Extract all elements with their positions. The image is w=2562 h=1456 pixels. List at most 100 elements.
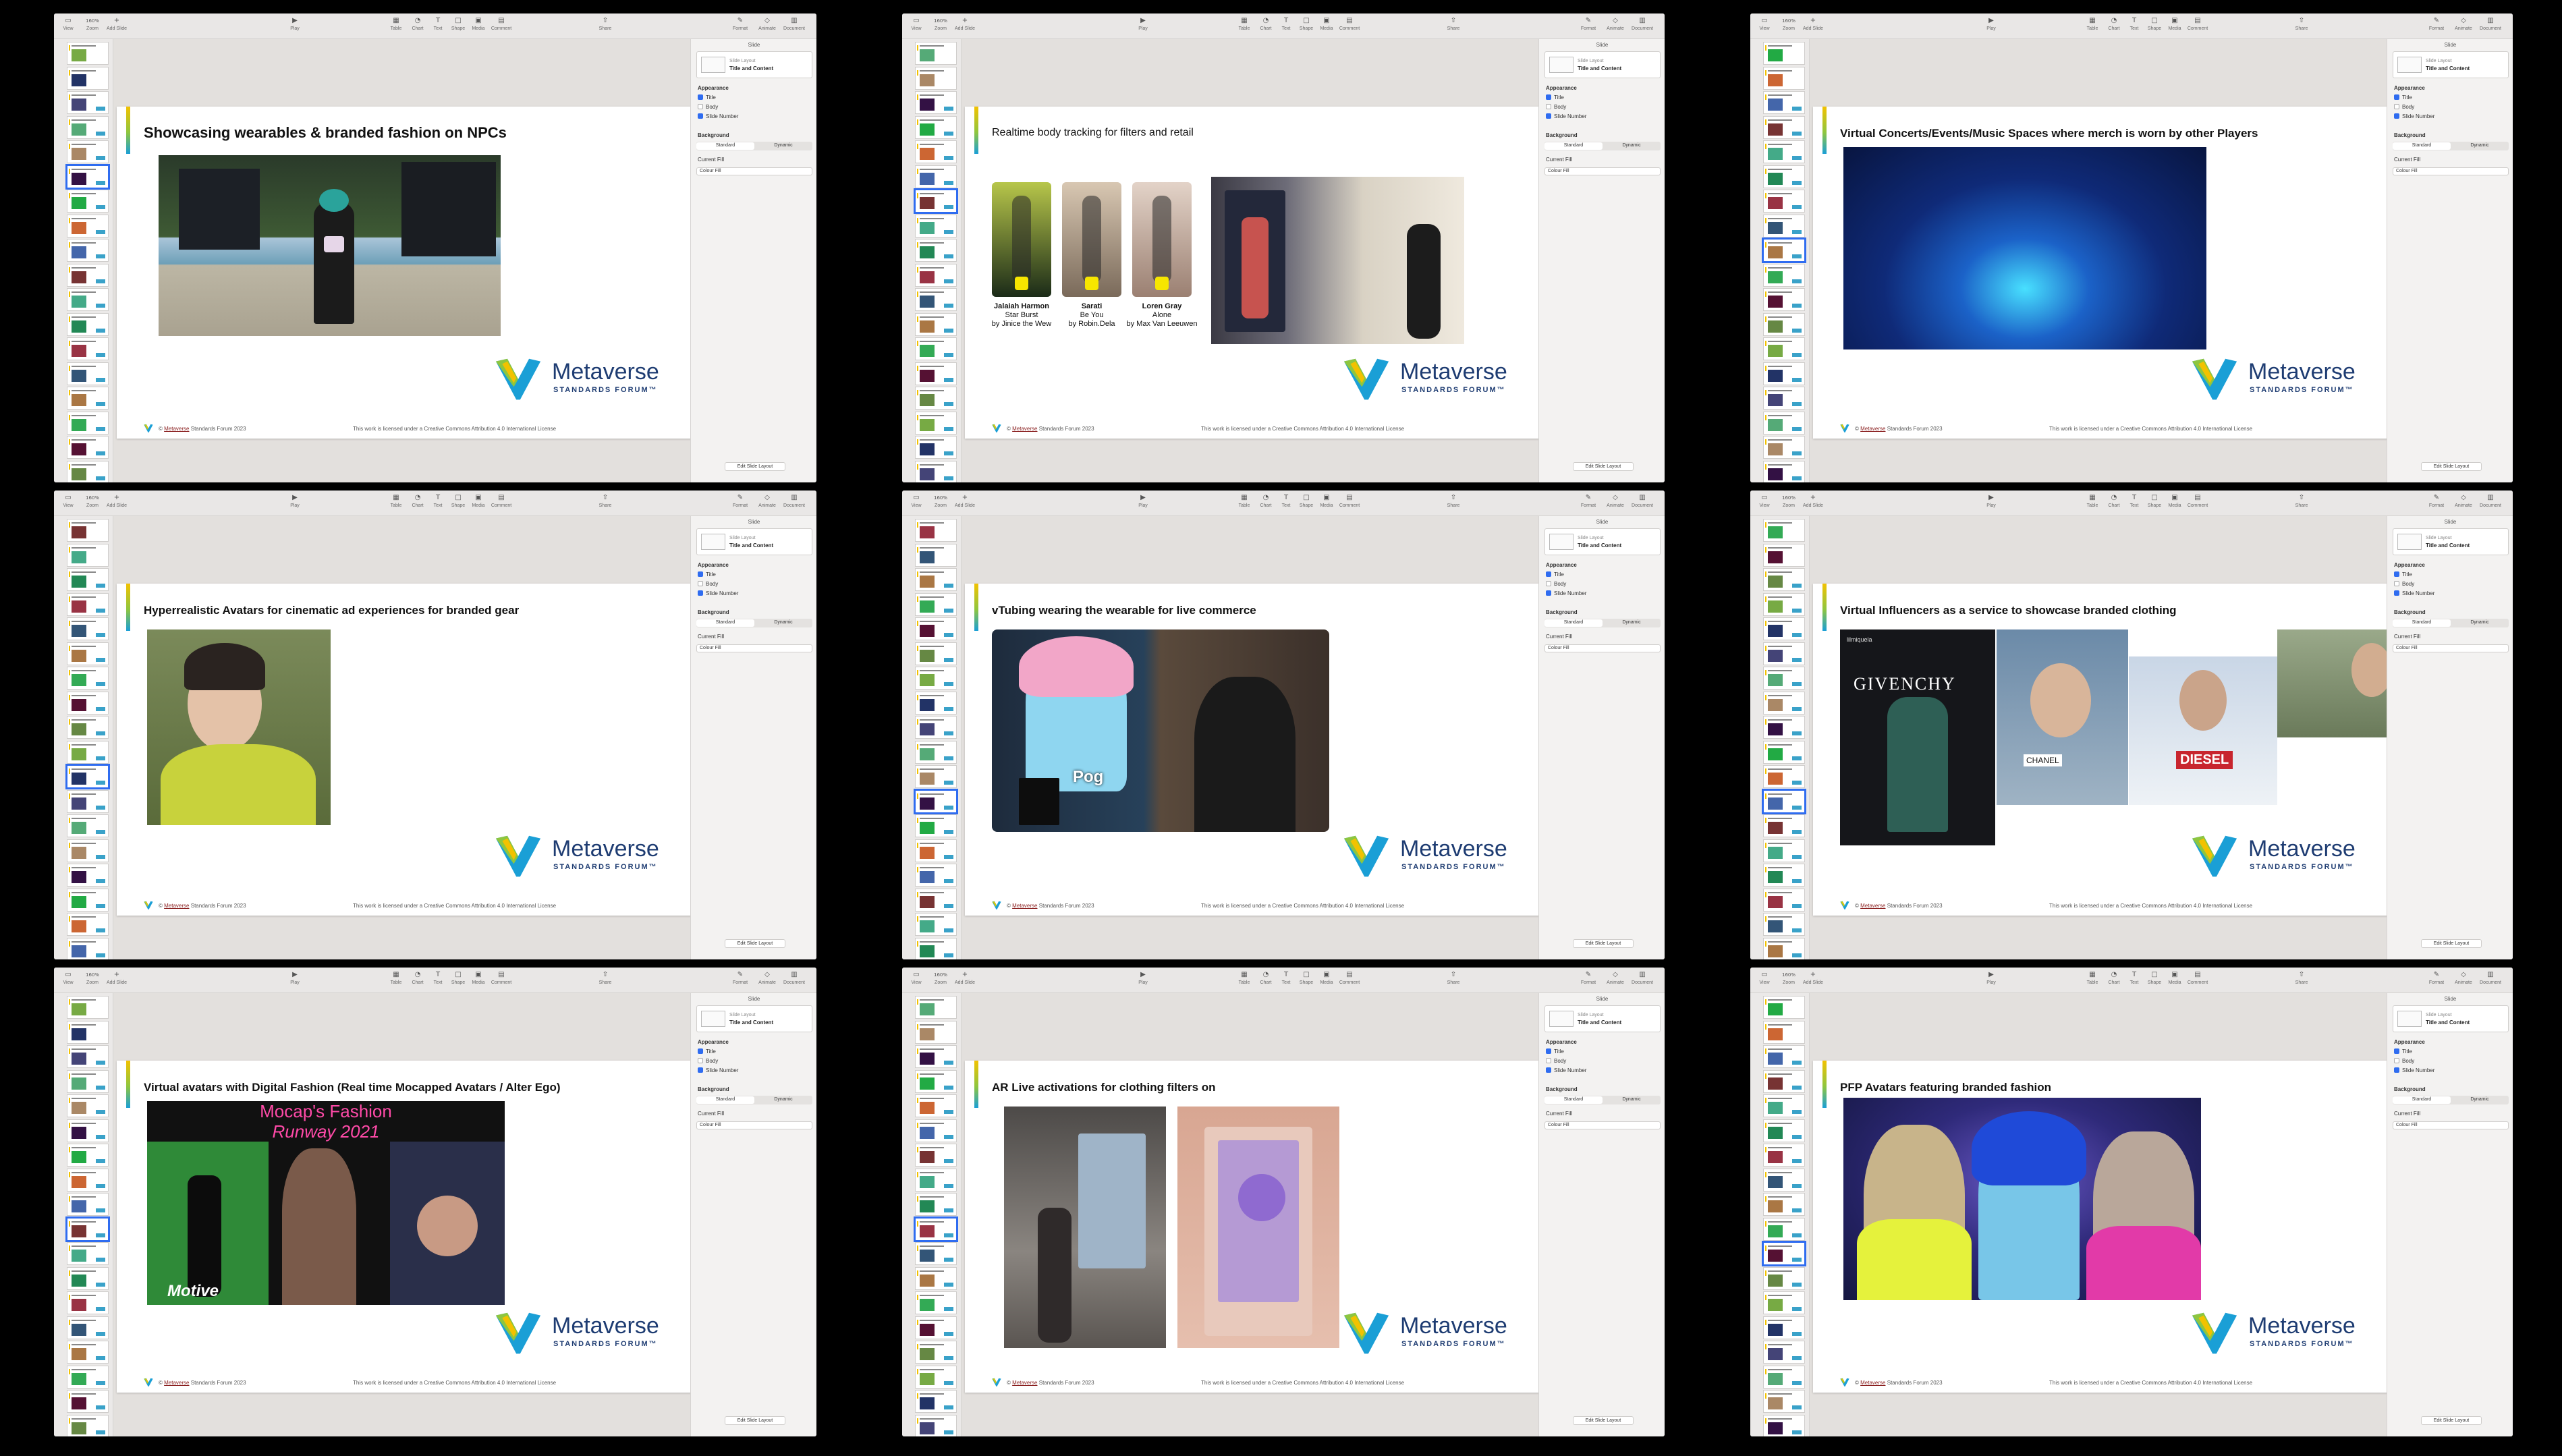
slide-thumbnail[interactable] [1763, 1390, 1805, 1413]
slide[interactable]: Virtual Influencers as a service to show… [1813, 584, 2451, 916]
slide-thumbnail[interactable] [1763, 337, 1805, 360]
slide-thumbnail[interactable] [915, 937, 957, 959]
add-slide-button[interactable]: + Add Slide [105, 971, 128, 990]
slide-thumbnail[interactable] [915, 165, 957, 188]
share-button[interactable]: ⇧ Share [1442, 17, 1465, 36]
slide[interactable]: Realtime body tracking for filters and r… [965, 107, 1603, 439]
comment-button[interactable]: ▤ Comment [1338, 971, 1361, 990]
add-slide-button[interactable]: + Add Slide [1802, 494, 1825, 513]
background-segmented-control[interactable]: Standard Dynamic [1544, 1096, 1661, 1104]
media-button[interactable]: ▣ Media [1315, 494, 1338, 513]
slide-thumbnail[interactable] [67, 888, 109, 912]
slide-thumbnail[interactable] [1763, 140, 1805, 163]
slide-thumbnail[interactable] [67, 814, 109, 837]
comment-button[interactable]: ▤ Comment [1338, 17, 1361, 36]
play-button[interactable]: ▶ Play [1132, 494, 1154, 513]
slide-thumbnail[interactable] [67, 1266, 109, 1290]
inspector-tab-slide[interactable]: Slide [2387, 996, 2513, 1002]
background-segmented-control[interactable]: Standard Dynamic [2393, 142, 2509, 150]
slide-thumbnail[interactable] [915, 411, 957, 435]
play-button[interactable]: ▶ Play [283, 494, 306, 513]
comment-button[interactable]: ▤ Comment [2186, 494, 2209, 513]
zoom-button[interactable]: 160% Zoom [81, 494, 104, 513]
slide-thumbnail[interactable] [915, 568, 957, 591]
dynamic-option[interactable]: Dynamic [2451, 143, 2509, 148]
slide-thumbnail[interactable] [1763, 1217, 1805, 1241]
slide-thumbnail[interactable] [915, 814, 957, 837]
shape-button[interactable]: □ Shape [447, 494, 470, 513]
slide-thumbnail[interactable] [915, 337, 957, 360]
slide-thumbnail[interactable] [915, 519, 957, 542]
dynamic-option[interactable]: Dynamic [1603, 620, 1661, 625]
slide-thumbnail[interactable] [67, 592, 109, 616]
slide-thumbnail[interactable] [915, 1094, 957, 1117]
slide-thumbnail[interactable] [915, 288, 957, 311]
view-button[interactable]: ▭ View [57, 17, 80, 36]
edit-slide-layout-button[interactable]: Edit Slide Layout [1573, 939, 1634, 948]
slide-thumbnail[interactable] [1763, 1144, 1805, 1167]
slide-thumbnail[interactable] [67, 190, 109, 213]
slide-thumbnail[interactable] [1763, 387, 1805, 410]
title-checkbox[interactable]: Title [698, 571, 716, 578]
slide-thumbnail[interactable] [1763, 1365, 1805, 1389]
slide-thumbnail[interactable] [1763, 1094, 1805, 1117]
slide-layout-selector[interactable]: Slide Layout Title and Content [2393, 528, 2509, 555]
checkbox-box[interactable] [1546, 94, 1551, 100]
slide-thumbnail[interactable] [1763, 263, 1805, 287]
colour-fill-select[interactable]: Colour Fill [696, 167, 812, 175]
body-checkbox[interactable]: Body [1546, 104, 1566, 110]
dynamic-option[interactable]: Dynamic [754, 620, 812, 625]
text-button[interactable]: T Text [426, 971, 449, 990]
slide-thumbnail[interactable] [915, 362, 957, 385]
slide-thumbnail[interactable] [67, 1242, 109, 1265]
zoom-button[interactable]: 160% Zoom [1777, 494, 1800, 513]
slide-thumbnail[interactable] [915, 1069, 957, 1093]
slide-thumbnail[interactable] [915, 140, 957, 163]
slide-thumbnail[interactable] [67, 789, 109, 813]
slide-thumbnail[interactable] [915, 592, 957, 616]
slide-thumbnail[interactable] [67, 288, 109, 311]
slide-thumbnail[interactable] [67, 1144, 109, 1167]
slide-layout-selector[interactable]: Slide Layout Title and Content [696, 1005, 812, 1032]
chart-button[interactable]: ◔ Chart [406, 971, 429, 990]
slide-layout-selector[interactable]: Slide Layout Title and Content [696, 51, 812, 78]
title-checkbox[interactable]: Title [2394, 94, 2412, 101]
checkbox-box[interactable] [2394, 581, 2399, 586]
slide-thumbnail[interactable] [1763, 667, 1805, 690]
document-button[interactable]: ▥ Document [1631, 17, 1654, 36]
edit-slide-layout-button[interactable]: Edit Slide Layout [1573, 1416, 1634, 1425]
view-button[interactable]: ▭ View [57, 971, 80, 990]
standard-option[interactable]: Standard [2393, 619, 2451, 627]
share-button[interactable]: ⇧ Share [594, 494, 617, 513]
table-button[interactable]: ▦ Table [1233, 971, 1256, 990]
slide-thumbnail[interactable] [1763, 839, 1805, 862]
slide-thumbnail[interactable] [1763, 1341, 1805, 1364]
slide-thumbnail[interactable] [67, 1069, 109, 1093]
checkbox-box[interactable] [698, 1067, 703, 1073]
slide-thumbnail[interactable] [67, 1119, 109, 1142]
slide-thumbnail[interactable] [1763, 115, 1805, 139]
slide-navigator[interactable] [902, 516, 962, 959]
slide-thumbnail[interactable] [1763, 1316, 1805, 1339]
slide-thumbnail[interactable] [1763, 617, 1805, 640]
inspector-tab-slide[interactable]: Slide [691, 996, 816, 1002]
table-button[interactable]: ▦ Table [2081, 17, 2104, 36]
chart-button[interactable]: ◔ Chart [406, 494, 429, 513]
checkbox-box[interactable] [698, 1058, 703, 1063]
animate-button[interactable]: ◇ Animate [2452, 17, 2475, 36]
slide-thumbnail[interactable] [67, 519, 109, 542]
checkbox-box[interactable] [1546, 1048, 1551, 1054]
checkbox-box[interactable] [2394, 113, 2399, 119]
slide-thumbnail[interactable] [67, 1316, 109, 1339]
slide-thumbnail[interactable] [1763, 411, 1805, 435]
slide-navigator[interactable] [54, 993, 113, 1436]
add-slide-button[interactable]: + Add Slide [953, 971, 976, 990]
share-button[interactable]: ⇧ Share [2290, 17, 2313, 36]
slide-layout-selector[interactable]: Slide Layout Title and Content [1544, 1005, 1661, 1032]
slide-thumbnail[interactable] [67, 263, 109, 287]
slide-layout-selector[interactable]: Slide Layout Title and Content [1544, 51, 1661, 78]
media-button[interactable]: ▣ Media [1315, 17, 1338, 36]
animate-button[interactable]: ◇ Animate [756, 971, 779, 990]
slide-thumbnail[interactable] [1762, 788, 1806, 814]
slide-thumbnail[interactable] [915, 864, 957, 887]
